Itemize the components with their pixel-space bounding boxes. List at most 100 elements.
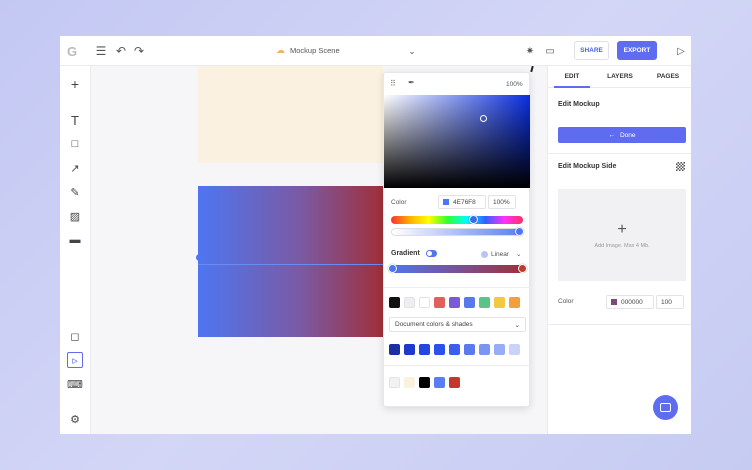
color-swatch[interactable] <box>449 344 460 355</box>
color-hex-input[interactable]: 000000 <box>606 295 654 309</box>
tab-layers[interactable]: LAYERS <box>596 66 644 87</box>
undo-icon[interactable]: ↶ <box>113 43 129 59</box>
rectangle-icon[interactable]: □ <box>67 136 83 152</box>
hue-slider[interactable] <box>391 215 523 224</box>
gradient-toggle[interactable] <box>426 250 437 257</box>
logo-icon[interactable]: G <box>64 43 80 59</box>
canvas-mark <box>530 66 534 73</box>
arrow-left-icon: ← <box>608 131 615 139</box>
selection-line <box>198 264 383 265</box>
sun-icon[interactable]: ✷ <box>522 43 538 59</box>
text-icon[interactable]: T <box>67 112 83 128</box>
right-panel: EDIT LAYERS PAGES Edit Mockup ← Done Edi… <box>547 66 691 434</box>
scene-name: Mockup Scene <box>290 46 340 55</box>
chevron-down-icon[interactable]: ⌄ <box>404 43 420 59</box>
mockup-gradient-shape[interactable] <box>198 186 383 337</box>
selection-handle[interactable] <box>196 254 203 261</box>
arrow-icon[interactable]: ↗ <box>67 160 83 176</box>
document-colors-label: Document colors & shades <box>395 321 473 328</box>
color-swatch[interactable] <box>434 297 445 308</box>
menu-icon[interactable]: ☰ <box>93 43 109 59</box>
alpha-knob[interactable] <box>515 227 524 236</box>
color-swatch[interactable] <box>449 377 460 388</box>
color-swatch[interactable] <box>404 297 415 308</box>
color-swatch[interactable] <box>419 344 430 355</box>
left-toolbar: + T □ ↗ ✎ ▨ ▬ ◻ ▹ ⌨ ⚙ <box>60 66 91 434</box>
frame-icon[interactable]: ◻ <box>67 328 83 344</box>
color-swatch[interactable] <box>419 377 430 388</box>
scene-title[interactable]: ☁ Mockup Scene <box>276 45 340 56</box>
color-swatch[interactable] <box>389 344 400 355</box>
color-swatch[interactable] <box>389 377 400 388</box>
color-swatch[interactable] <box>479 297 490 308</box>
chevron-down-icon: ⌄ <box>516 251 522 258</box>
hex-value: 4E76F8 <box>453 198 476 206</box>
export-button[interactable]: EXPORT <box>617 41 657 60</box>
tab-pages[interactable]: PAGES <box>644 66 691 87</box>
drag-handle-icon[interactable]: ⠿ <box>390 79 396 88</box>
color-swatch[interactable] <box>404 377 415 388</box>
top-bar: G ☰ ↶ ↷ ☁ Mockup Scene ⌄ ✷ ▭ SHARE EXPOR… <box>60 36 691 66</box>
add-image-text: Add Image. Max 4 Mb. <box>594 242 650 249</box>
eyedropper-icon[interactable]: ✒ <box>408 78 415 87</box>
pen-icon[interactable]: ✎ <box>67 184 83 200</box>
color-swatch[interactable] <box>434 377 445 388</box>
swatch-row-1 <box>389 297 520 308</box>
done-button[interactable]: ← Done <box>558 127 686 143</box>
color-opacity-input[interactable]: 100 <box>656 295 684 309</box>
opacity-input[interactable]: 100% <box>488 195 516 209</box>
color-swatch[interactable] <box>434 344 445 355</box>
keyboard-icon[interactable]: ⌨ <box>67 376 83 392</box>
saturation-knob[interactable] <box>480 115 487 122</box>
share-button[interactable]: SHARE <box>574 41 609 60</box>
app-window: G ☰ ↶ ↷ ☁ Mockup Scene ⌄ ✷ ▭ SHARE EXPOR… <box>60 36 691 434</box>
table-icon[interactable]: ▬ <box>67 232 83 248</box>
divider <box>384 287 531 288</box>
alpha-slider[interactable] <box>391 227 524 236</box>
color-hex-value: 000000 <box>621 298 643 306</box>
zoom-value[interactable]: 100% <box>506 81 523 88</box>
select-icon[interactable]: ▹ <box>67 352 83 368</box>
divider <box>548 153 691 154</box>
gradient-bar[interactable] <box>388 264 527 273</box>
color-swatch[interactable] <box>389 297 400 308</box>
panel-tabs: EDIT LAYERS PAGES <box>548 66 691 88</box>
gradient-label: Gradient <box>391 250 420 257</box>
settings-icon[interactable]: ⚙ <box>67 411 83 427</box>
color-swatch[interactable] <box>611 299 617 305</box>
gradient-type-value: Linear <box>491 250 510 258</box>
color-swatch[interactable] <box>494 297 505 308</box>
chat-icon <box>660 403 671 412</box>
color-swatch[interactable] <box>419 297 430 308</box>
done-label: Done <box>619 131 636 139</box>
color-swatch[interactable] <box>509 297 520 308</box>
color-swatch[interactable] <box>404 344 415 355</box>
swatch-row-2 <box>389 344 520 355</box>
hue-knob[interactable] <box>469 215 478 224</box>
mockup-top-shape[interactable] <box>198 66 383 163</box>
image-icon[interactable]: ▨ <box>67 208 83 224</box>
redo-icon[interactable]: ↷ <box>131 43 147 59</box>
color-swatch[interactable] <box>479 344 490 355</box>
picker-color-label: Color <box>391 199 407 206</box>
hex-input[interactable]: 4E76F8 <box>438 195 486 209</box>
gradient-end-stop[interactable] <box>518 264 527 273</box>
plus-icon[interactable]: + <box>67 76 83 92</box>
checker-icon[interactable] <box>676 162 685 171</box>
edit-mockup-title: Edit Mockup <box>558 101 600 108</box>
color-swatch[interactable] <box>464 297 475 308</box>
play-icon[interactable]: ▷ <box>673 43 689 59</box>
gradient-start-stop[interactable] <box>388 264 397 273</box>
saturation-area[interactable] <box>384 95 530 188</box>
chat-button[interactable] <box>653 395 678 420</box>
color-swatch[interactable] <box>494 344 505 355</box>
document-colors-select[interactable]: Document colors & shades ⌄ <box>389 317 526 332</box>
color-swatch[interactable] <box>509 344 520 355</box>
comment-icon[interactable]: ▭ <box>542 43 558 59</box>
tab-edit[interactable]: EDIT <box>548 66 596 88</box>
color-swatch[interactable] <box>464 344 475 355</box>
gradient-type-select[interactable]: Linear ⌄ <box>481 250 522 258</box>
divider <box>384 365 531 366</box>
image-dropzone[interactable]: + Add Image. Max 4 Mb. <box>558 189 686 281</box>
color-swatch[interactable] <box>449 297 460 308</box>
